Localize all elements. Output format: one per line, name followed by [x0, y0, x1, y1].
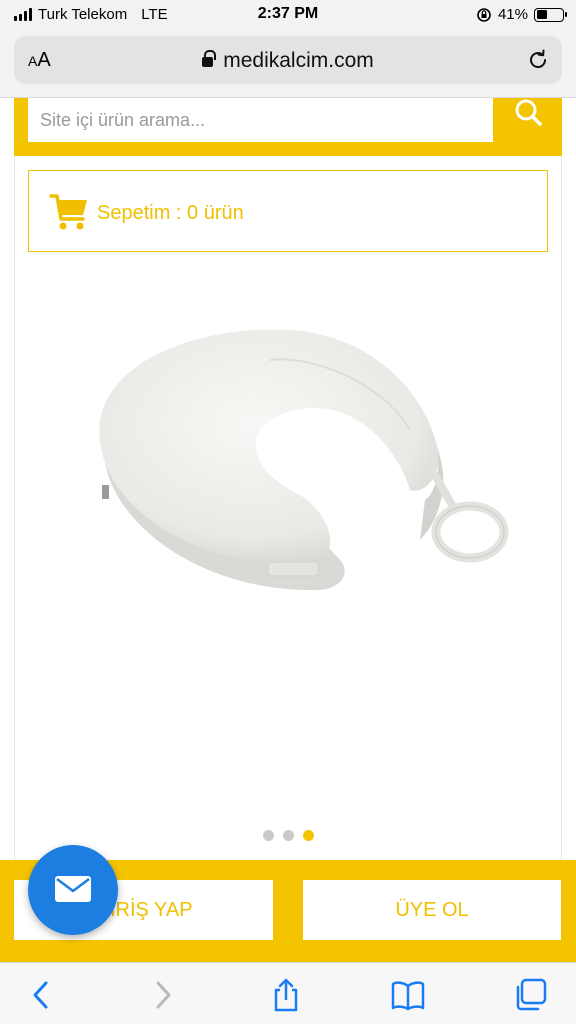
- back-icon[interactable]: [24, 977, 60, 1013]
- url-field[interactable]: medikalcim.com: [14, 49, 562, 73]
- share-icon[interactable]: [268, 977, 304, 1013]
- bookmarks-icon[interactable]: [390, 977, 426, 1013]
- lock-icon: [202, 50, 216, 68]
- browser-chrome: AA medikalcim.com: [0, 30, 576, 98]
- search-input[interactable]: [28, 98, 493, 142]
- mail-icon: [55, 876, 91, 902]
- battery-percent: 41%: [497, 6, 528, 23]
- forward-icon[interactable]: [144, 977, 180, 1013]
- battery-info: 41%: [476, 6, 567, 23]
- carousel-indicator[interactable]: [0, 830, 576, 841]
- search-button[interactable]: [496, 98, 562, 142]
- carousel-dot[interactable]: [282, 830, 294, 841]
- contact-mail-button[interactable]: [28, 845, 118, 935]
- search-bar: [14, 98, 562, 156]
- cart-summary[interactable]: Sepetim : 0 ürün: [28, 170, 548, 252]
- browser-toolbar: [0, 962, 576, 1024]
- cart-icon: [49, 194, 87, 230]
- register-button[interactable]: ÜYE OL: [303, 880, 561, 940]
- cart-label: Sepetim : 0 ürün: [97, 202, 244, 224]
- battery-icon: [534, 7, 567, 22]
- carousel-dot[interactable]: [302, 830, 314, 841]
- search-icon: [515, 99, 542, 126]
- status-bar: Turk Telekom LTE 2:37 PM 41%: [0, 0, 576, 30]
- product-image[interactable]: [80, 300, 520, 620]
- url-text: medikalcim.com: [223, 49, 374, 72]
- tabs-icon[interactable]: [512, 977, 548, 1013]
- orientation-lock-icon: [477, 7, 491, 22]
- carousel-dot[interactable]: [262, 830, 274, 841]
- reload-icon[interactable]: [526, 48, 550, 72]
- address-bar[interactable]: AA medikalcim.com: [14, 36, 562, 84]
